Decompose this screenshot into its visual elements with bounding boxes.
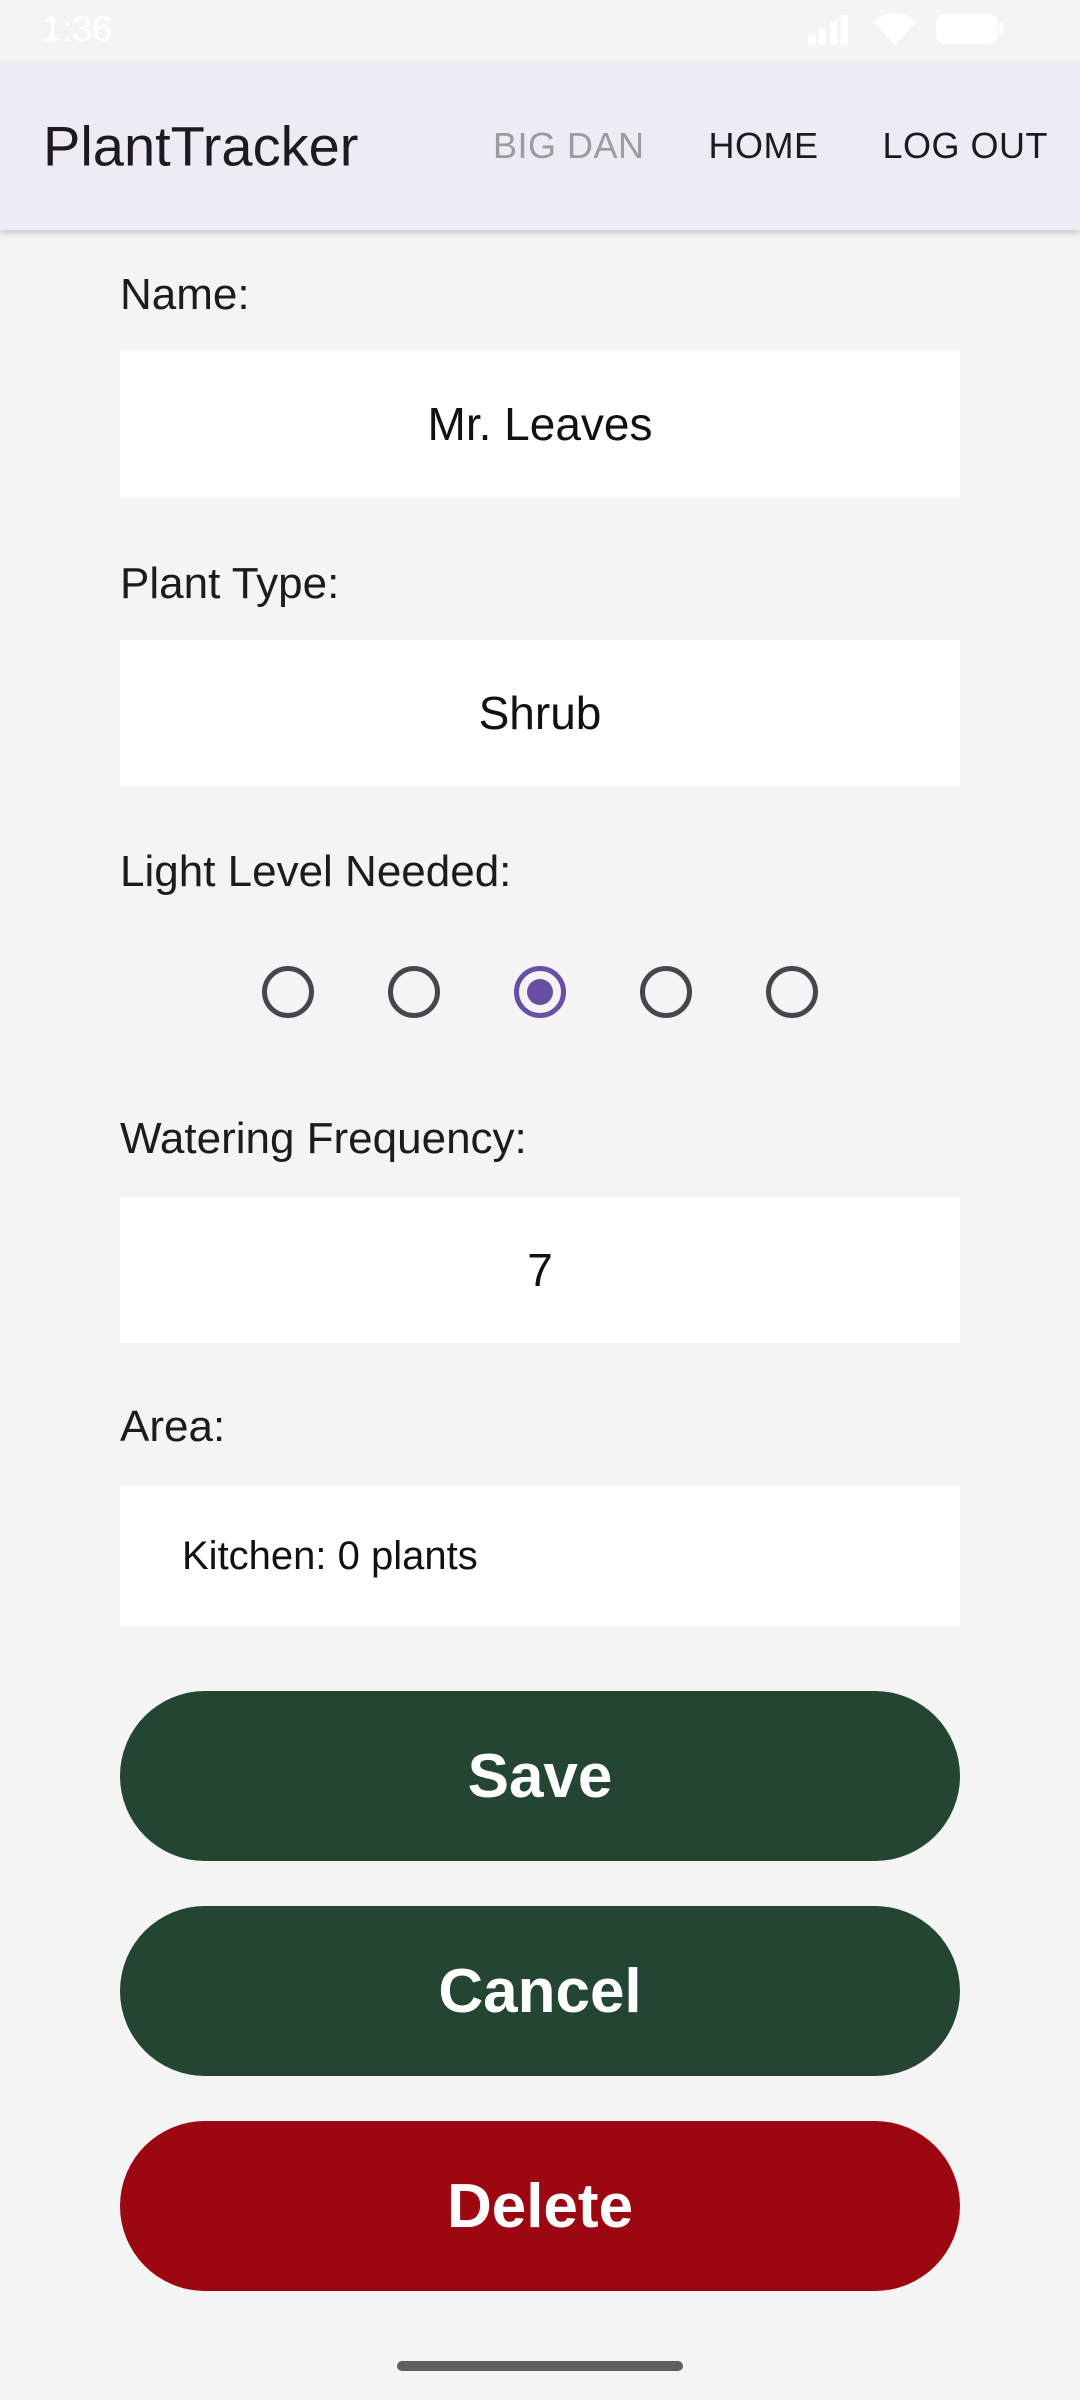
- area-dropdown[interactable]: Kitchen: 0 plants: [120, 1486, 960, 1626]
- light-level-label: Light Level Needed:: [120, 847, 512, 896]
- top-nav: BIG DAN HOME LOG OUT: [493, 62, 1048, 230]
- name-field[interactable]: Mr. Leaves: [120, 351, 960, 497]
- light-level-radio-2[interactable]: [388, 966, 440, 1018]
- status-icons: [806, 12, 1004, 51]
- wifi-icon: [872, 12, 918, 51]
- status-bar: 1:36: [0, 0, 1080, 62]
- light-level-radio-group: [120, 966, 960, 1026]
- app-bar: PlantTracker BIG DAN HOME LOG OUT: [0, 62, 1080, 230]
- plant-type-label: Plant Type:: [120, 559, 340, 608]
- area-label: Area:: [120, 1402, 226, 1451]
- status-time: 1:36: [42, 8, 113, 49]
- battery-icon: [936, 12, 1004, 51]
- light-level-radio-1[interactable]: [262, 966, 314, 1018]
- home-indicator[interactable]: [397, 2361, 683, 2371]
- watering-frequency-label: Watering Frequency:: [120, 1114, 527, 1163]
- light-level-radio-3[interactable]: [514, 966, 566, 1018]
- app-title: PlantTracker: [43, 114, 359, 178]
- plant-type-field[interactable]: Shrub: [120, 640, 960, 786]
- watering-frequency-field[interactable]: 7: [120, 1197, 960, 1343]
- delete-button[interactable]: Delete: [120, 2121, 960, 2291]
- cancel-button[interactable]: Cancel: [120, 1906, 960, 2076]
- nav-current-user: BIG DAN: [492, 125, 645, 166]
- light-level-radio-5[interactable]: [766, 966, 818, 1018]
- nav-logout-button[interactable]: LOG OUT: [882, 125, 1048, 167]
- nav-home-button[interactable]: HOME: [708, 125, 818, 167]
- save-button[interactable]: Save: [120, 1691, 960, 1861]
- light-level-radio-4[interactable]: [640, 966, 692, 1018]
- name-label: Name:: [120, 270, 250, 319]
- signal-icon: [806, 13, 854, 50]
